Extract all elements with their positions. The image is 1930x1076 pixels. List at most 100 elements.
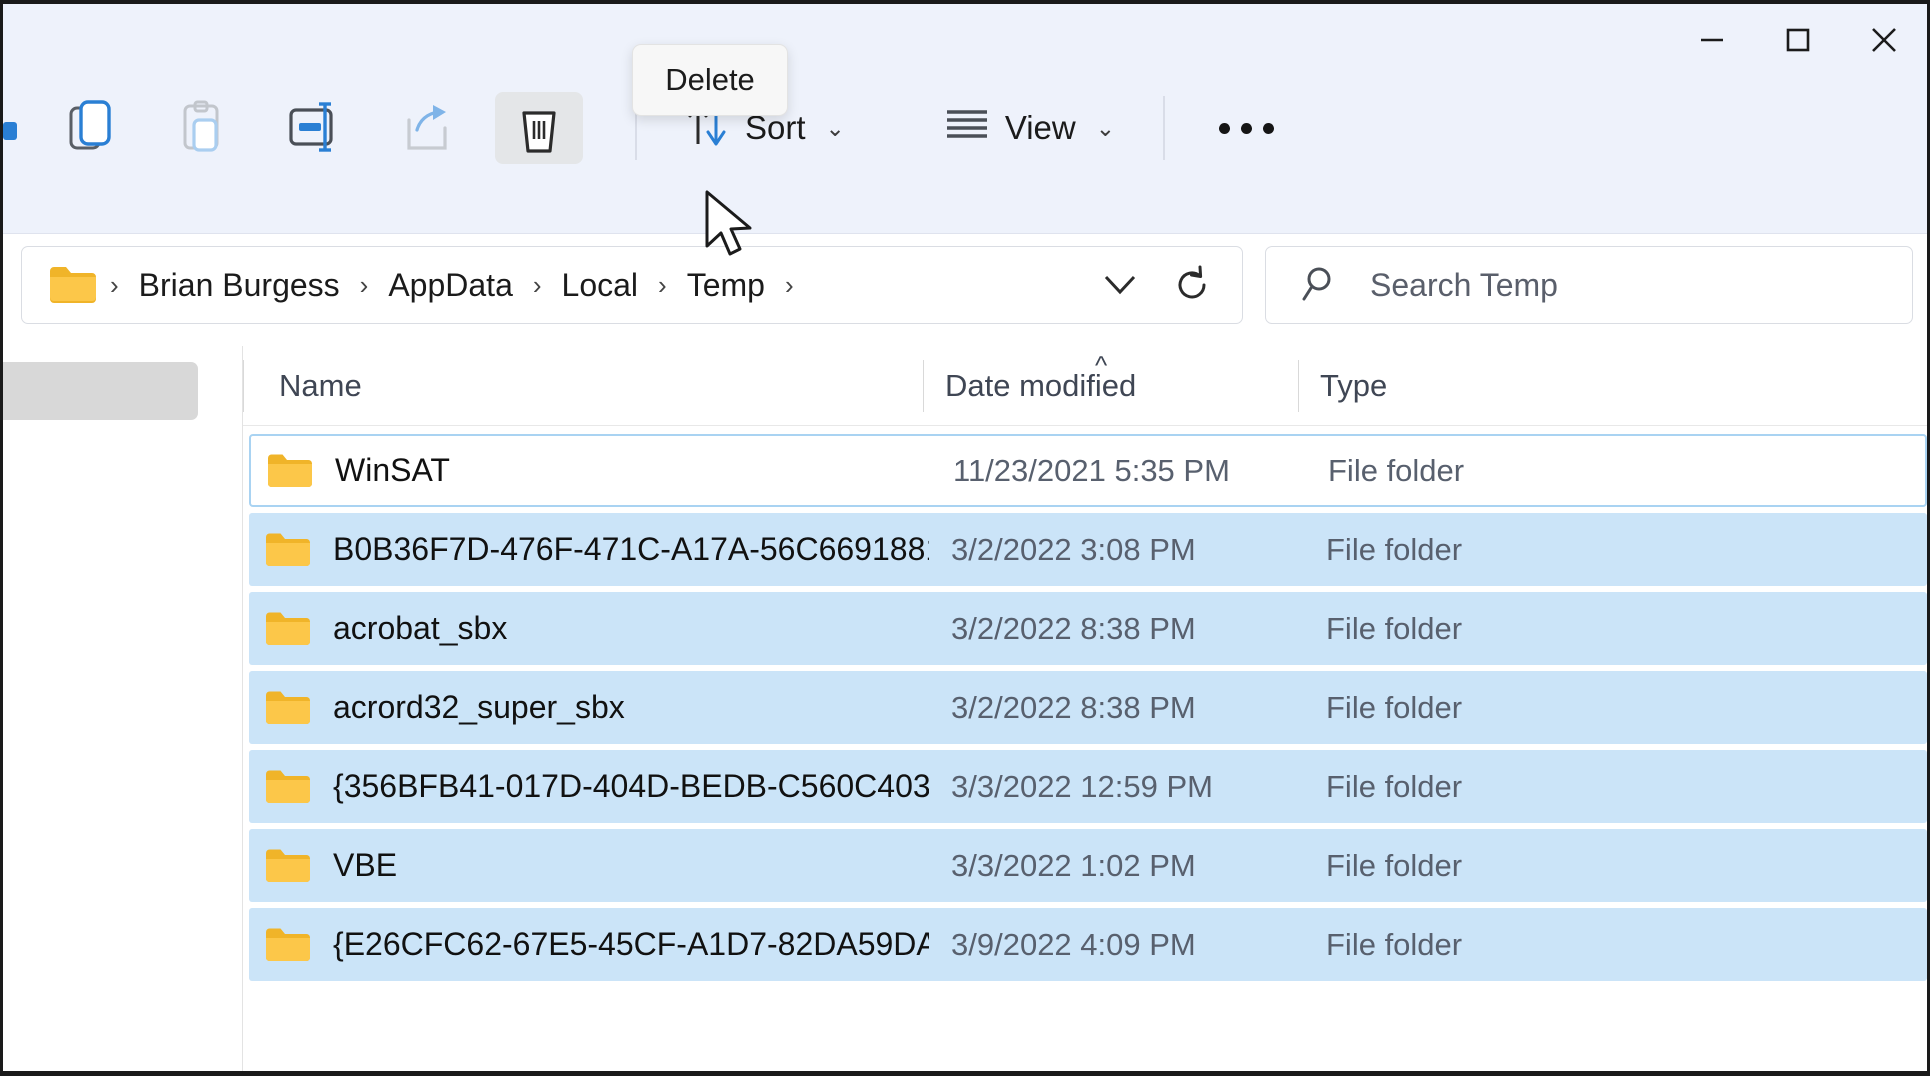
cell-date-modified: 3/2/2022 3:08 PM bbox=[951, 531, 1196, 567]
column-divider[interactable] bbox=[1298, 359, 1299, 412]
cell-name: acrord32_super_sbx bbox=[249, 689, 929, 726]
paste-icon[interactable] bbox=[159, 92, 247, 164]
cell-date-modified: 11/23/2021 5:35 PM bbox=[953, 452, 1230, 488]
close-icon[interactable] bbox=[1841, 4, 1927, 76]
file-explorer-window: Sort ⌄ View ⌄ Delete › Brian Burgess › A… bbox=[0, 0, 1930, 1076]
copy-icon[interactable] bbox=[47, 92, 135, 164]
share-icon[interactable] bbox=[383, 92, 471, 164]
sort-ascending-icon: ^ bbox=[1095, 349, 1108, 380]
breadcrumb-separator: › bbox=[532, 269, 542, 300]
content-area: onal Name Date modified ^ Type WinSAT11/ bbox=[3, 346, 1927, 1071]
column-header-name-label: Name bbox=[279, 367, 362, 403]
folder-icon bbox=[267, 453, 313, 489]
cell-name: {356BFB41-017D-404D-BEDB-C560C40389AD} bbox=[249, 768, 929, 805]
cell-name: WinSAT bbox=[251, 452, 931, 489]
file-name-label: WinSAT bbox=[335, 452, 450, 488]
cell-type: File folder bbox=[1326, 610, 1463, 646]
breadcrumb-item-3[interactable]: Temp bbox=[679, 263, 773, 308]
address-bar[interactable]: › Brian Burgess › AppData › Local › Temp… bbox=[21, 246, 1243, 324]
see-more-button[interactable] bbox=[1193, 92, 1300, 164]
file-name-label: {356BFB41-017D-404D-BEDB-C560C40389AD} bbox=[333, 768, 929, 804]
folder-icon bbox=[265, 532, 311, 568]
window-controls bbox=[1669, 4, 1927, 76]
column-header-date-label: Date modified bbox=[945, 367, 1137, 403]
file-name-label: B0B36F7D-476F-471C-A17A-56C6691881E5 bbox=[333, 531, 929, 567]
breadcrumb-item-1[interactable]: AppData bbox=[380, 263, 521, 308]
view-label: View bbox=[1004, 109, 1076, 146]
cell-date-modified: 3/9/2022 4:09 PM bbox=[951, 926, 1196, 962]
minimize-icon[interactable] bbox=[1669, 4, 1755, 76]
column-headers: Name Date modified ^ Type bbox=[243, 346, 1927, 426]
cell-type: File folder bbox=[1326, 768, 1463, 804]
cell-date-modified: 3/3/2022 1:02 PM bbox=[951, 847, 1196, 883]
file-name-label: VBE bbox=[333, 847, 398, 883]
ellipsis-dot bbox=[1219, 122, 1231, 134]
cell-date-modified: 3/2/2022 8:38 PM bbox=[951, 610, 1196, 646]
breadcrumb: › Brian Burgess › AppData › Local › Temp… bbox=[98, 263, 1084, 308]
cell-type: File folder bbox=[1326, 689, 1463, 725]
address-row: › Brian Burgess › AppData › Local › Temp… bbox=[3, 246, 1927, 324]
table-row[interactable]: acrobat_sbx 3/2/2022 8:38 PM File folder bbox=[249, 592, 1927, 665]
folder-icon bbox=[265, 611, 311, 647]
view-icon bbox=[945, 107, 989, 149]
search-placeholder: Search Temp bbox=[1370, 266, 1558, 303]
cell-type: File folder bbox=[1326, 531, 1463, 567]
cell-type: File folder bbox=[1326, 926, 1463, 962]
refresh-icon[interactable] bbox=[1156, 254, 1228, 316]
table-row[interactable]: VBE 3/3/2022 1:02 PM File folder bbox=[249, 829, 1927, 902]
cell-date-modified: 3/3/2022 12:59 PM bbox=[951, 768, 1213, 804]
breadcrumb-separator: › bbox=[658, 269, 667, 300]
column-header-type[interactable]: Type bbox=[1298, 346, 1927, 426]
ellipsis-dot bbox=[1263, 122, 1275, 134]
navigation-pane: onal bbox=[3, 346, 243, 1071]
breadcrumb-separator: › bbox=[784, 269, 794, 300]
delete-tooltip: Delete bbox=[632, 44, 788, 116]
cell-date-modified: 3/2/2022 8:38 PM bbox=[951, 689, 1196, 725]
nav-item-label[interactable]: onal bbox=[3, 432, 143, 468]
ellipsis-dot bbox=[1241, 122, 1253, 134]
cell-name: acrobat_sbx bbox=[249, 610, 929, 647]
table-row[interactable]: {E26CFC62-67E5-45CF-A1D7-82DA59DA701A} 3/… bbox=[249, 908, 1927, 981]
command-bar: Sort ⌄ View ⌄ Delete bbox=[3, 4, 1927, 234]
toolbar-divider-2 bbox=[1163, 96, 1166, 160]
previous-locations-button[interactable] bbox=[1084, 254, 1156, 316]
cell-type: File folder bbox=[1326, 847, 1463, 883]
column-header-type-label: Type bbox=[1320, 367, 1388, 403]
address-actions bbox=[1084, 254, 1228, 316]
folder-icon bbox=[48, 265, 98, 305]
column-divider[interactable] bbox=[243, 359, 244, 412]
column-header-name[interactable]: Name bbox=[243, 346, 923, 426]
column-divider[interactable] bbox=[923, 359, 924, 412]
table-row[interactable]: acrord32_super_sbx 3/2/2022 8:38 PM File f… bbox=[249, 671, 1927, 744]
breadcrumb-separator: › bbox=[110, 269, 119, 300]
table-row[interactable]: {356BFB41-017D-404D-BEDB-C560C40389AD} 3/… bbox=[249, 750, 1927, 823]
folder-icon bbox=[265, 927, 311, 963]
breadcrumb-item-0[interactable]: Brian Burgess bbox=[131, 263, 348, 308]
cell-type: File folder bbox=[1328, 452, 1465, 488]
breadcrumb-separator: › bbox=[359, 269, 369, 300]
chevron-down-icon: ⌄ bbox=[1095, 114, 1116, 141]
file-name-label: acrobat_sbx bbox=[333, 610, 508, 646]
cell-name: VBE bbox=[249, 847, 929, 884]
chevron-down-icon: ⌄ bbox=[825, 114, 845, 141]
file-list: WinSAT 11/23/2021 5:35 PM File folder B0B36… bbox=[243, 426, 1927, 981]
nav-item-selected[interactable] bbox=[3, 362, 198, 420]
table-row[interactable]: WinSAT 11/23/2021 5:35 PM File folder bbox=[249, 434, 1927, 507]
file-name-label: acrord32_super_sbx bbox=[333, 689, 625, 725]
rename-icon[interactable] bbox=[271, 92, 359, 164]
view-button[interactable]: View ⌄ bbox=[925, 92, 1135, 164]
search-box[interactable]: Search Temp bbox=[1265, 246, 1913, 324]
cell-name: {E26CFC62-67E5-45CF-A1D7-82DA59DA701A} bbox=[249, 926, 929, 963]
folder-icon bbox=[265, 769, 311, 805]
column-header-date[interactable]: Date modified ^ bbox=[923, 346, 1298, 426]
folder-icon bbox=[265, 848, 311, 884]
delete-icon[interactable] bbox=[495, 92, 583, 164]
folder-icon bbox=[265, 690, 311, 726]
maximize-icon[interactable] bbox=[1755, 4, 1841, 76]
file-name-label: {E26CFC62-67E5-45CF-A1D7-82DA59DA701A} bbox=[333, 926, 929, 962]
search-icon bbox=[1302, 263, 1342, 308]
file-list-pane: Name Date modified ^ Type WinSAT 11/23/20… bbox=[243, 346, 1927, 1071]
table-row[interactable]: B0B36F7D-476F-471C-A17A-56C6691881E5 3/2/… bbox=[249, 513, 1927, 586]
cell-name: B0B36F7D-476F-471C-A17A-56C6691881E5 bbox=[249, 531, 929, 568]
breadcrumb-item-2[interactable]: Local bbox=[554, 263, 647, 308]
